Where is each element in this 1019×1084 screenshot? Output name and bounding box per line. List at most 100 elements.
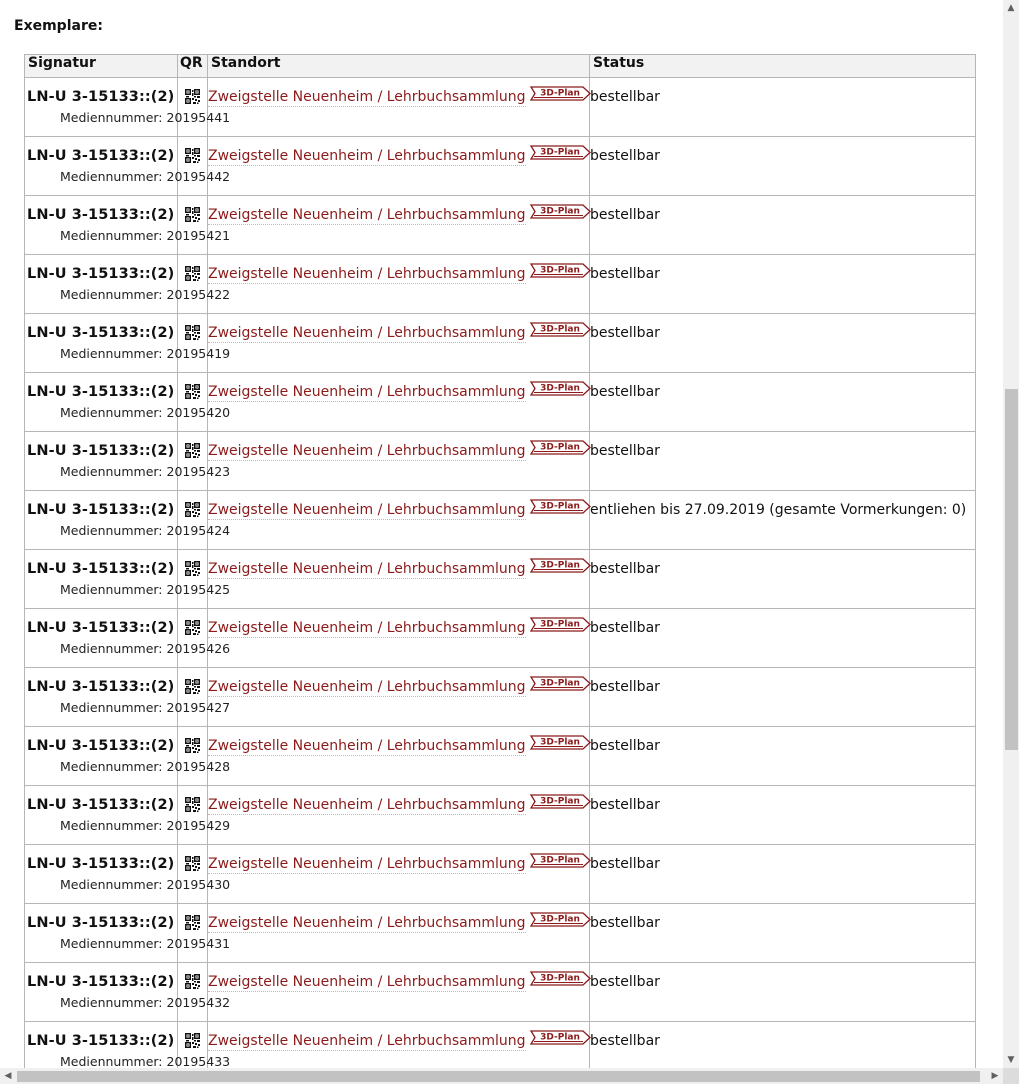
3d-plan-icon[interactable]: 3D-Plan: [529, 203, 592, 223]
standort-cell: Zweigstelle Neuenheim / Lehrbuchsammlung…: [207, 726, 592, 786]
scroll-down-arrow-icon[interactable]: ▼: [1003, 1052, 1019, 1068]
location-link[interactable]: Zweigstelle Neuenheim / Lehrbuchsammlung: [208, 738, 526, 756]
media-number: Mediennummer: 20195419: [60, 346, 231, 361]
3d-plan-icon[interactable]: 3D-Plan: [529, 734, 592, 754]
location-link[interactable]: Zweigstelle Neuenheim / Lehrbuchsammlung: [208, 207, 526, 225]
qr-code-icon[interactable]: [185, 207, 200, 226]
signatur-cell: LN-U 3-15133::(2) Mediennummer: 20195441: [24, 77, 230, 137]
signatur-text: LN-U 3-15133::(2): [27, 443, 175, 459]
media-number: Mediennummer: 20195425: [60, 582, 231, 597]
status-text: bestellbar: [590, 148, 660, 164]
qr-code-icon[interactable]: [185, 974, 200, 993]
qr-code-icon[interactable]: [185, 561, 200, 580]
3d-plan-badge-label: 3D-Plan: [540, 206, 580, 216]
status-text: bestellbar: [590, 207, 660, 223]
signatur-cell: LN-U 3-15133::(2) Mediennummer: 20195430: [24, 844, 230, 904]
qr-code-icon[interactable]: [185, 266, 200, 285]
3d-plan-icon[interactable]: 3D-Plan: [529, 380, 592, 400]
items-table: Signatur QR Standort Status LN-U 3-15133…: [24, 54, 976, 1068]
3d-plan-icon[interactable]: 3D-Plan: [529, 852, 592, 872]
3d-plan-badge-label: 3D-Plan: [540, 147, 580, 157]
media-number: Mediennummer: 20195431: [60, 936, 231, 951]
3d-plan-icon[interactable]: 3D-Plan: [529, 262, 592, 282]
horizontal-scroll-thumb[interactable]: [17, 1071, 980, 1082]
location-link[interactable]: Zweigstelle Neuenheim / Lehrbuchsammlung: [208, 915, 526, 933]
location-link[interactable]: Zweigstelle Neuenheim / Lehrbuchsammlung: [208, 443, 526, 461]
qr-code-icon[interactable]: [185, 325, 200, 344]
location-link[interactable]: Zweigstelle Neuenheim / Lehrbuchsammlung: [208, 856, 526, 874]
media-number: Mediennummer: 20195424: [60, 523, 231, 538]
3d-plan-icon[interactable]: 3D-Plan: [529, 498, 592, 518]
3d-plan-icon[interactable]: 3D-Plan: [529, 85, 592, 105]
vertical-scroll-thumb[interactable]: [1005, 389, 1018, 750]
signatur-text: LN-U 3-15133::(2): [27, 856, 175, 872]
location-link[interactable]: Zweigstelle Neuenheim / Lehrbuchsammlung: [208, 89, 526, 107]
qr-code-icon[interactable]: [185, 620, 200, 639]
status-text: bestellbar: [590, 384, 660, 400]
3d-plan-icon[interactable]: 3D-Plan: [529, 616, 592, 636]
qr-cell: [177, 667, 208, 727]
horizontal-scrollbar[interactable]: ◀ ▶: [0, 1068, 1003, 1084]
3d-plan-icon[interactable]: 3D-Plan: [529, 911, 592, 931]
table-row: LN-U 3-15133::(2) Mediennummer: 20195430 Z…: [24, 844, 976, 904]
status-text: entliehen bis 27.09.2019 (gesamte Vormer…: [590, 502, 967, 518]
status-cell: bestellbar: [589, 549, 976, 609]
3d-plan-icon[interactable]: 3D-Plan: [529, 1029, 592, 1049]
3d-plan-icon[interactable]: 3D-Plan: [529, 439, 592, 459]
scroll-up-arrow-icon[interactable]: ▲: [1003, 0, 1019, 16]
location-link[interactable]: Zweigstelle Neuenheim / Lehrbuchsammlung: [208, 502, 526, 520]
qr-code-icon[interactable]: [185, 148, 200, 167]
status-cell: bestellbar: [589, 726, 976, 786]
3d-plan-icon[interactable]: 3D-Plan: [529, 557, 592, 577]
status-text: bestellbar: [590, 797, 660, 813]
qr-code-icon[interactable]: [185, 856, 200, 875]
signatur-text: LN-U 3-15133::(2): [27, 266, 175, 282]
location-link[interactable]: Zweigstelle Neuenheim / Lehrbuchsammlung: [208, 148, 526, 166]
column-header-signatur: Signatur: [24, 54, 178, 78]
status-text: bestellbar: [590, 89, 660, 105]
status-cell: bestellbar: [589, 136, 976, 196]
table-row: LN-U 3-15133::(2) Mediennummer: 20195423 Z…: [24, 431, 976, 491]
qr-code-icon[interactable]: [185, 502, 200, 521]
scroll-left-arrow-icon[interactable]: ◀: [0, 1068, 16, 1084]
qr-code-icon[interactable]: [185, 797, 200, 816]
location-link[interactable]: Zweigstelle Neuenheim / Lehrbuchsammlung: [208, 797, 526, 815]
standort-cell: Zweigstelle Neuenheim / Lehrbuchsammlung…: [207, 372, 592, 432]
location-link[interactable]: Zweigstelle Neuenheim / Lehrbuchsammlung: [208, 679, 526, 697]
qr-code-icon[interactable]: [185, 915, 200, 934]
3d-plan-badge-label: 3D-Plan: [540, 560, 580, 570]
qr-code-icon[interactable]: [185, 384, 200, 403]
3d-plan-icon[interactable]: 3D-Plan: [529, 675, 592, 695]
signatur-text: LN-U 3-15133::(2): [27, 915, 175, 931]
3d-plan-icon[interactable]: 3D-Plan: [529, 970, 592, 990]
qr-code-icon[interactable]: [185, 679, 200, 698]
media-number: Mediennummer: 20195422: [60, 287, 231, 302]
location-link[interactable]: Zweigstelle Neuenheim / Lehrbuchsammlung: [208, 561, 526, 579]
standort-cell: Zweigstelle Neuenheim / Lehrbuchsammlung…: [207, 195, 592, 255]
status-cell: bestellbar: [589, 77, 976, 137]
3d-plan-icon[interactable]: 3D-Plan: [529, 793, 592, 813]
scroll-right-arrow-icon[interactable]: ▶: [987, 1068, 1003, 1084]
column-header-status: Status: [589, 54, 976, 78]
location-link[interactable]: Zweigstelle Neuenheim / Lehrbuchsammlung: [208, 974, 526, 992]
qr-code-icon[interactable]: [185, 1033, 200, 1052]
status-text: bestellbar: [590, 974, 660, 990]
standort-cell: Zweigstelle Neuenheim / Lehrbuchsammlung…: [207, 1021, 592, 1068]
media-number: Mediennummer: 20195433: [60, 1054, 231, 1068]
qr-code-icon[interactable]: [185, 89, 200, 108]
qr-code-icon[interactable]: [185, 738, 200, 757]
location-link[interactable]: Zweigstelle Neuenheim / Lehrbuchsammlung: [208, 325, 526, 343]
location-link[interactable]: Zweigstelle Neuenheim / Lehrbuchsammlung: [208, 1033, 526, 1051]
vertical-scrollbar[interactable]: ▲ ▼: [1003, 0, 1019, 1068]
location-link[interactable]: Zweigstelle Neuenheim / Lehrbuchsammlung: [208, 384, 526, 402]
signatur-text: LN-U 3-15133::(2): [27, 325, 175, 341]
signatur-cell: LN-U 3-15133::(2) Mediennummer: 20195433: [24, 1021, 231, 1068]
3d-plan-icon[interactable]: 3D-Plan: [529, 321, 592, 341]
table-row: LN-U 3-15133::(2) Mediennummer: 20195424 Z…: [24, 490, 976, 550]
3d-plan-badge-label: 3D-Plan: [540, 88, 580, 98]
3d-plan-icon[interactable]: 3D-Plan: [529, 144, 592, 164]
qr-code-icon[interactable]: [185, 443, 200, 462]
signatur-cell: LN-U 3-15133::(2) Mediennummer: 20195429: [24, 785, 230, 845]
location-link[interactable]: Zweigstelle Neuenheim / Lehrbuchsammlung: [208, 266, 526, 284]
location-link[interactable]: Zweigstelle Neuenheim / Lehrbuchsammlung: [208, 620, 526, 638]
